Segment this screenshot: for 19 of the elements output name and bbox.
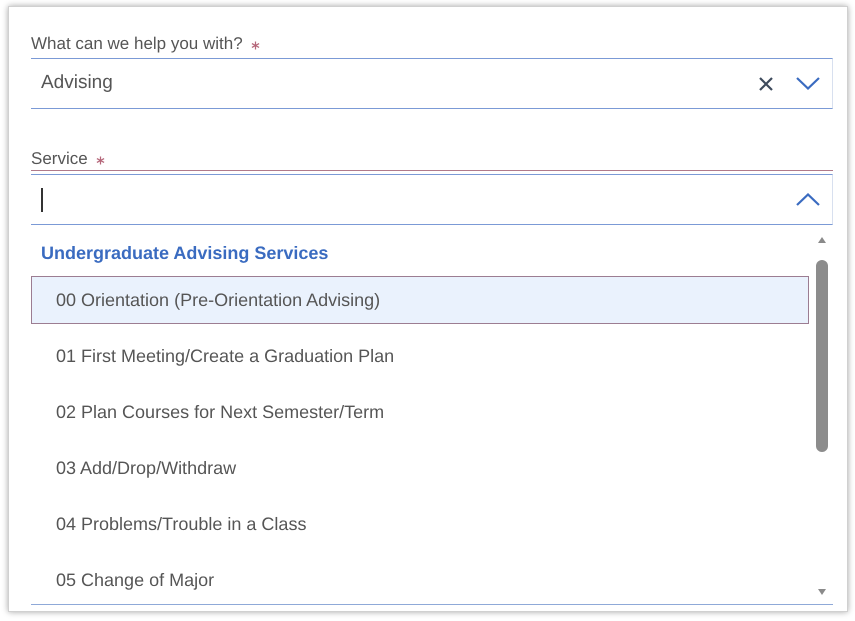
dropdown-option[interactable]: 00 Orientation (Pre-Orientation Advising) [31, 276, 809, 324]
clear-icon[interactable] [758, 76, 774, 92]
chevron-down-icon[interactable] [796, 77, 820, 90]
chevron-up-icon[interactable] [796, 193, 820, 206]
dropdown-option[interactable]: 03 Add/Drop/Withdraw [31, 444, 809, 492]
dropdown-option[interactable]: 04 Problems/Trouble in a Class [31, 500, 809, 548]
field-label: Service [31, 148, 88, 170]
scrollbar-thumb[interactable] [816, 260, 828, 452]
dropdown-option[interactable]: 01 First Meeting/Create a Graduation Plan [31, 332, 809, 380]
dropdown-option[interactable]: 05 Change of Major [31, 556, 809, 604]
scroll-down-icon[interactable] [817, 588, 827, 596]
text-cursor [41, 188, 43, 212]
dropdown-option[interactable]: 02 Plan Courses for Next Semester/Term [31, 388, 809, 436]
select-field[interactable]: Advising [31, 58, 833, 109]
scroll-up-icon[interactable] [817, 236, 827, 244]
group-heading: Undergraduate Advising Services [41, 242, 328, 265]
select-field[interactable] [31, 174, 833, 225]
field-value: Advising [41, 71, 113, 96]
field-label: What can we help you with? [31, 33, 243, 55]
